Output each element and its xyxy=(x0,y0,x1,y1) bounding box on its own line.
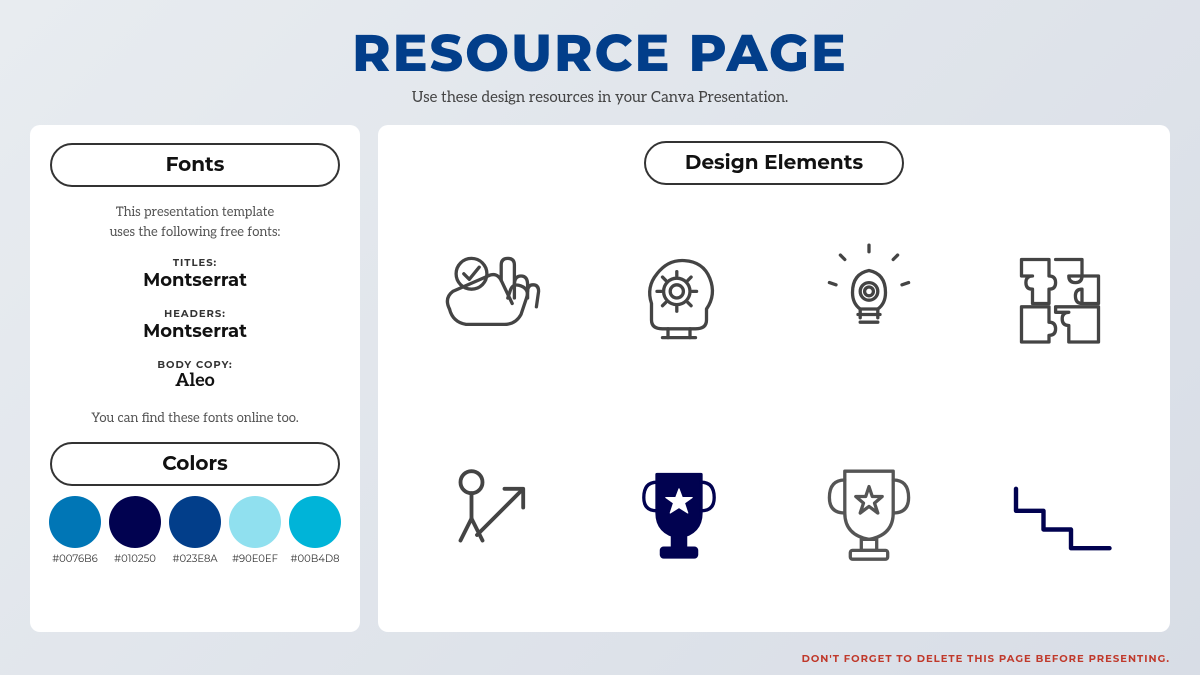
page-title: RESOURCE PAGE xyxy=(352,22,848,85)
swatch-1 xyxy=(49,496,101,548)
font-label-body: BODY COPY: xyxy=(50,358,340,371)
font-label-headers: HEADERS: xyxy=(50,307,340,320)
icon-cell-2 xyxy=(589,195,770,401)
font-name-titles: Montserrat xyxy=(50,269,340,291)
font-label-titles: TITLES: xyxy=(50,256,340,269)
fonts-note: You can find these fonts online too. xyxy=(50,410,340,426)
icon-cell-5 xyxy=(398,411,579,617)
lightbulb-gear-icon xyxy=(814,243,924,353)
main-content: Fonts This presentation template uses th… xyxy=(0,113,1200,644)
page-footer: DON'T FORGET TO DELETE THIS PAGE BEFORE … xyxy=(0,644,1200,675)
icons-grid xyxy=(398,195,1150,616)
trophy-outline-icon xyxy=(814,458,924,568)
swatch-2 xyxy=(109,496,161,548)
swatch-3 xyxy=(169,496,221,548)
font-name-body: Aleo xyxy=(50,371,340,392)
swatch-5 xyxy=(289,496,341,548)
hex-1: #0076B6 xyxy=(52,552,98,565)
page-subtitle: Use these design resources in your Canva… xyxy=(352,89,848,107)
icon-cell-7 xyxy=(779,411,960,617)
footer-warning: DON'T FORGET TO DELETE THIS PAGE BEFORE … xyxy=(802,652,1170,665)
icon-cell-8 xyxy=(970,411,1151,617)
fonts-description: This presentation template uses the foll… xyxy=(50,203,340,242)
page-header: RESOURCE PAGE Use these design resources… xyxy=(352,0,848,113)
icon-cell-1 xyxy=(398,195,579,401)
colors-section-header: Colors xyxy=(50,442,340,486)
design-elements-header: Design Elements xyxy=(644,141,904,185)
color-swatch-4: #90E0EF xyxy=(229,496,281,565)
color-swatch-3: #023E8A xyxy=(169,496,221,565)
fonts-section-header: Fonts xyxy=(50,143,340,187)
hex-4: #90E0EF xyxy=(232,552,278,565)
right-panel: Design Elements xyxy=(378,125,1170,632)
font-name-headers: Montserrat xyxy=(50,320,340,342)
colors-label: Colors xyxy=(162,452,228,476)
hex-5: #00B4D8 xyxy=(291,552,340,565)
left-panel: Fonts This presentation template uses th… xyxy=(30,125,360,632)
color-swatch-2: #010250 xyxy=(109,496,161,565)
puzzle-icon xyxy=(1005,243,1115,353)
font-item-body: BODY COPY: Aleo xyxy=(50,358,340,392)
brain-head-icon xyxy=(624,243,734,353)
icon-cell-6 xyxy=(589,411,770,617)
icon-cell-3 xyxy=(779,195,960,401)
hand-check-icon xyxy=(433,243,543,353)
color-swatch-1: #0076B6 xyxy=(49,496,101,565)
font-item-headers: HEADERS: Montserrat xyxy=(50,307,340,342)
font-item-titles: TITLES: Montserrat xyxy=(50,256,340,291)
swatch-4 xyxy=(229,496,281,548)
person-growth-icon xyxy=(433,458,543,568)
hex-3: #023E8A xyxy=(172,552,217,565)
hex-2: #010250 xyxy=(114,552,156,565)
colors-section: Colors #0076B6 #010250 #023E8A #90E0EF xyxy=(50,442,340,565)
colors-swatches: #0076B6 #010250 #023E8A #90E0EF #00B4D8 xyxy=(50,496,340,565)
trophy-filled-icon xyxy=(624,458,734,568)
fonts-label: Fonts xyxy=(166,153,225,177)
design-elements-label: Design Elements xyxy=(685,151,863,175)
icon-cell-4 xyxy=(970,195,1151,401)
color-swatch-5: #00B4D8 xyxy=(289,496,341,565)
stairs-icon xyxy=(1005,458,1115,568)
